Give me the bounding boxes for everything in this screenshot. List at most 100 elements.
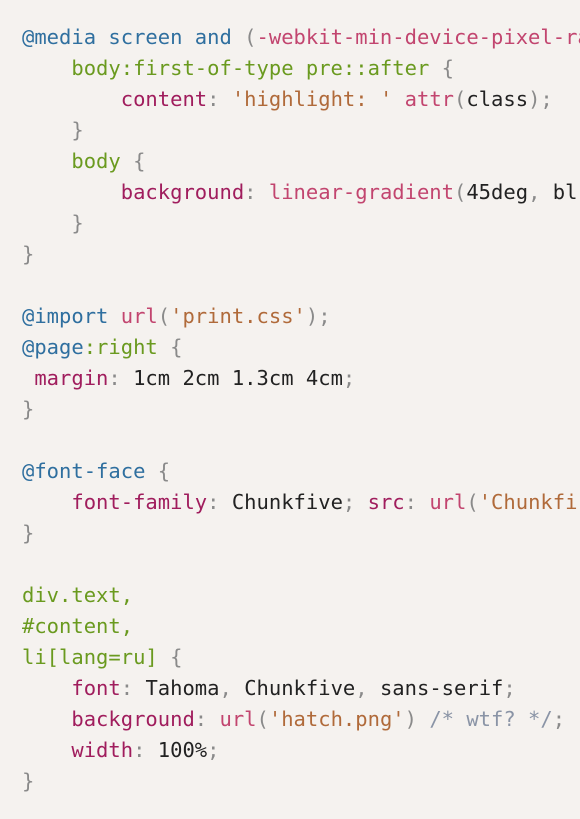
code-token-punctuation: );	[528, 87, 553, 111]
code-token-value: Tahoma	[145, 676, 220, 700]
code-token-value: 1cm 2cm 1.3cm 4cm	[133, 366, 343, 390]
code-token-punctuation: ;	[552, 707, 566, 731]
code-token-string: 'highlight: '	[231, 87, 393, 111]
code-line: font: Tahoma, Chunkfive, sans-serif;	[22, 673, 580, 704]
code-token-punctuation: :	[194, 707, 220, 731]
code-token-punctuation: (	[256, 707, 269, 731]
code-token-property: width	[71, 738, 134, 762]
code-token-property: font-family	[71, 490, 208, 514]
code-token-punctuation: ;	[207, 738, 220, 762]
code-token-value	[22, 118, 71, 142]
code-token-punctuation: :	[404, 490, 430, 514]
code-token-at-rule: @font-face	[22, 459, 146, 483]
code-token-punctuation: :	[244, 180, 269, 204]
code-line: font-family: Chunkfive; src: url('Chunkf…	[22, 487, 580, 518]
code-line: @page:right {	[22, 332, 580, 363]
code-line: }	[22, 394, 580, 425]
code-token-value: 100%	[157, 738, 208, 762]
code-token-property: font	[71, 676, 121, 700]
code-token-value	[22, 366, 34, 390]
code-line: }	[22, 766, 580, 797]
code-token-property: background	[71, 707, 195, 731]
code-line: @media screen and (-webkit-min-device-pi…	[22, 22, 580, 53]
code-token-value: Chunkfive	[244, 676, 356, 700]
code-token-punctuation: }	[71, 118, 84, 142]
code-line: }	[22, 518, 580, 549]
code-token-value	[22, 490, 71, 514]
code-token-punctuation: ;	[342, 490, 368, 514]
code-token-string: 'Chunkfi	[478, 490, 578, 514]
code-token-punctuation: {	[145, 459, 171, 483]
code-token-punctuation: :	[120, 676, 146, 700]
code-token-value	[22, 87, 121, 111]
code-token-selector: body	[71, 149, 121, 173]
code-token-function: url	[120, 304, 158, 328]
code-token-punctuation: (	[466, 490, 479, 514]
code-token-punctuation: ,	[355, 676, 380, 700]
code-token-value: class	[466, 87, 529, 111]
code-token-punctuation: }	[22, 397, 35, 421]
code-token-property: src	[367, 490, 405, 514]
code-line: li[lang=ru] {	[22, 642, 580, 673]
code-line: content: 'highlight: ' attr(class);	[22, 84, 580, 115]
code-line: background: url('hatch.png') /* wtf? */;	[22, 704, 580, 735]
code-line: width: 100%;	[22, 735, 580, 766]
code-token-punctuation: (	[244, 25, 257, 49]
code-token-value	[22, 180, 121, 204]
code-token-punctuation: ;	[503, 676, 516, 700]
code-token-string: 'hatch.png'	[268, 707, 405, 731]
code-line: div.text,	[22, 580, 580, 611]
code-line: body {	[22, 146, 580, 177]
code-token-punctuation: {	[157, 645, 183, 669]
code-line: @import url('print.css');	[22, 301, 580, 332]
code-token-function: -webkit-min-device-pixel-ra	[256, 25, 580, 49]
code-token-property: content	[120, 87, 208, 111]
code-token-value	[22, 211, 71, 235]
code-token-value: sans-serif	[379, 676, 504, 700]
code-line: }	[22, 115, 580, 146]
code-line: }	[22, 239, 580, 270]
code-line: #content,	[22, 611, 580, 642]
code-token-comment: /* wtf? */	[429, 707, 553, 731]
code-token-punctuation: :	[108, 366, 134, 390]
code-token-punctuation: {	[429, 56, 454, 80]
code-line: margin: 1cm 2cm 1.3cm 4cm;	[22, 363, 580, 394]
code-token-selector: li[lang=ru]	[22, 645, 158, 669]
code-token-punctuation: (	[454, 180, 467, 204]
code-token-value	[22, 149, 71, 173]
code-token-at-rule: @page	[22, 335, 84, 359]
code-token-punctuation: :	[133, 738, 158, 762]
code-token-punctuation: (	[157, 304, 171, 328]
code-line: background: linear-gradient(45deg, bl	[22, 177, 580, 208]
css-code-block[interactable]: @media screen and (-webkit-min-device-pi…	[22, 22, 580, 797]
code-token-function: url	[429, 490, 467, 514]
code-token-punctuation: }	[22, 521, 35, 545]
code-line: body:first-of-type pre::after {	[22, 53, 580, 84]
code-token-punctuation: }	[22, 242, 35, 266]
code-token-value	[392, 87, 404, 111]
code-editor[interactable]: @media screen and (-webkit-min-device-pi…	[0, 0, 580, 819]
code-token-selector: body:first-of-type pre::after	[71, 56, 430, 80]
code-token-punctuation: }	[22, 769, 35, 793]
code-token-value: 45deg	[466, 180, 529, 204]
code-token-selector: div.text,	[22, 583, 134, 607]
code-token-value	[22, 738, 71, 762]
code-token-punctuation: )	[404, 707, 430, 731]
code-token-value: bl	[552, 180, 578, 204]
code-token-punctuation: {	[157, 335, 183, 359]
code-token-function: linear-gradient	[268, 180, 454, 204]
code-token-value: Chunkfive	[231, 490, 343, 514]
code-token-punctuation: :	[207, 490, 232, 514]
code-token-punctuation: :	[207, 87, 232, 111]
code-token-punctuation: ,	[528, 180, 553, 204]
code-token-punctuation: (	[454, 87, 467, 111]
code-token-selector: :right	[83, 335, 158, 359]
code-token-punctuation: }	[71, 211, 84, 235]
code-token-at-rule: @media screen and	[22, 25, 245, 49]
code-token-punctuation: {	[120, 149, 146, 173]
code-token-selector: #content,	[22, 614, 134, 638]
code-token-string: 'print.css'	[170, 304, 306, 328]
code-token-value	[22, 56, 71, 80]
